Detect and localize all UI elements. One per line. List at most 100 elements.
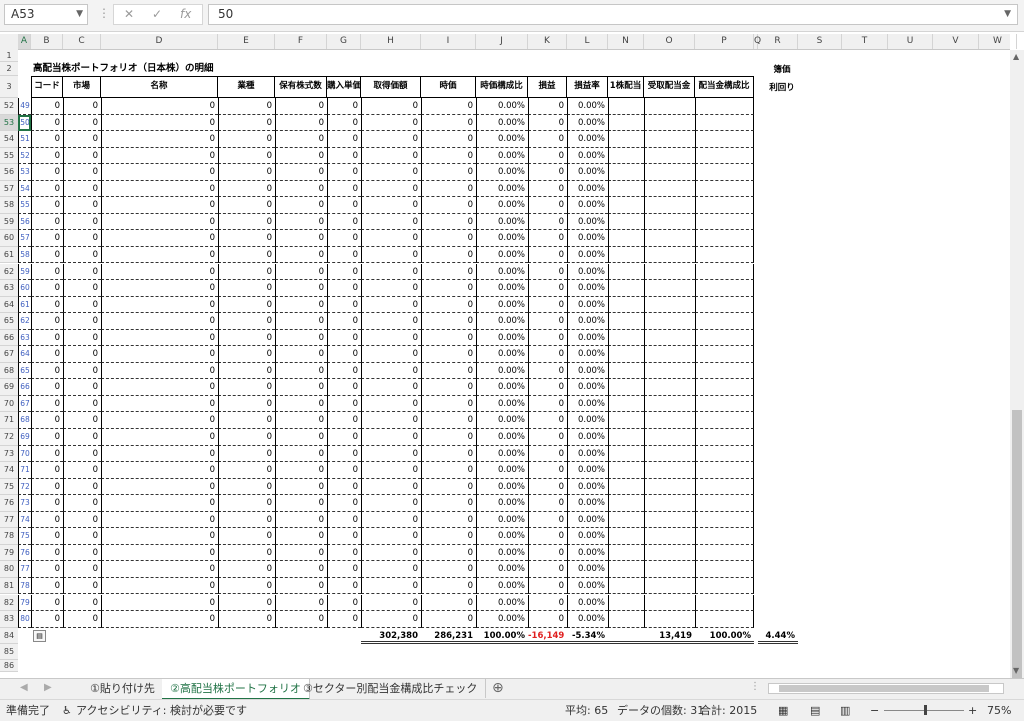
table-cell[interactable]: 0 <box>327 164 361 181</box>
table-cell[interactable]: 0 <box>421 329 476 347</box>
formula-input[interactable]: 50 ▼ <box>208 4 1018 25</box>
table-cell[interactable]: 0.00% <box>567 213 608 231</box>
table-cell[interactable]: 0 <box>421 478 476 496</box>
table-cell[interactable]: 0 <box>275 577 327 595</box>
paste-options-icon[interactable]: ▤ <box>33 629 46 642</box>
table-cell[interactable]: 0 <box>327 495 361 512</box>
table-cell[interactable] <box>695 577 754 595</box>
table-cell[interactable] <box>644 114 695 132</box>
table-cell[interactable]: 0 <box>421 462 476 479</box>
table-cell[interactable]: 0 <box>421 114 476 132</box>
table-cell[interactable]: 0 <box>528 445 567 463</box>
table-cell[interactable] <box>644 313 695 330</box>
table-cell[interactable] <box>644 561 695 578</box>
table-cell[interactable]: 0 <box>421 296 476 314</box>
table-cell[interactable]: 0 <box>218 379 275 396</box>
table-cell[interactable]: 0 <box>101 544 218 562</box>
table-cell[interactable] <box>695 197 754 214</box>
table-cell[interactable] <box>608 164 644 181</box>
table-cell[interactable]: 0.00% <box>476 561 528 578</box>
row-header[interactable]: 63 <box>0 280 18 297</box>
table-cell[interactable] <box>608 329 644 347</box>
table-cell[interactable]: 0 <box>528 511 567 529</box>
table-cell[interactable]: 0.00% <box>567 329 608 347</box>
table-cell[interactable]: 0 <box>218 412 275 429</box>
row-index[interactable]: 76 <box>18 544 31 562</box>
table-cell[interactable]: 0 <box>421 412 476 429</box>
table-cell[interactable]: 0 <box>31 263 63 281</box>
table-cell[interactable] <box>644 230 695 247</box>
row-header[interactable]: 54 <box>0 131 18 148</box>
table-cell[interactable]: 0 <box>275 462 327 479</box>
table-cell[interactable]: 0.00% <box>567 478 608 496</box>
table-cell[interactable]: 0 <box>31 577 63 595</box>
row-header[interactable]: 3 <box>0 76 18 98</box>
table-cell[interactable]: 0 <box>275 296 327 314</box>
table-cell[interactable] <box>608 594 644 612</box>
table-cell[interactable]: 0 <box>421 577 476 595</box>
column-header[interactable]: J <box>476 34 528 49</box>
table-cell[interactable]: 0 <box>361 313 421 330</box>
table-cell[interactable]: 0.00% <box>476 495 528 512</box>
table-cell[interactable]: 0 <box>218 197 275 214</box>
table-cell[interactable] <box>644 246 695 264</box>
table-cell[interactable]: 0 <box>218 213 275 231</box>
row-index[interactable]: 59 <box>18 263 31 281</box>
table-cell[interactable]: 0 <box>101 131 218 148</box>
row-header[interactable]: 77 <box>0 511 18 529</box>
table-cell[interactable]: 0 <box>275 429 327 446</box>
table-cell[interactable] <box>608 577 644 595</box>
table-cell[interactable]: 0 <box>528 561 567 578</box>
row-index[interactable]: 71 <box>18 462 31 479</box>
table-cell[interactable]: 0 <box>528 395 567 413</box>
row-header[interactable]: 69 <box>0 379 18 396</box>
table-cell[interactable] <box>608 280 644 297</box>
table-cell[interactable]: 0 <box>218 164 275 181</box>
table-cell[interactable] <box>608 147 644 165</box>
table-cell[interactable]: 0 <box>218 594 275 612</box>
table-cell[interactable]: 0 <box>275 362 327 380</box>
table-cell[interactable]: 0.00% <box>567 280 608 297</box>
table-cell[interactable]: 0.00% <box>476 296 528 314</box>
table-cell[interactable] <box>695 329 754 347</box>
table-cell[interactable]: 0 <box>218 611 275 628</box>
table-cell[interactable]: 0 <box>31 296 63 314</box>
table-cell[interactable] <box>695 462 754 479</box>
table-cell[interactable]: 0 <box>361 544 421 562</box>
table-cell[interactable] <box>644 98 695 115</box>
table-cell[interactable] <box>644 147 695 165</box>
table-cell[interactable]: 0 <box>275 263 327 281</box>
table-cell[interactable]: 0 <box>218 429 275 446</box>
name-box[interactable]: A53 ▼ <box>4 4 88 25</box>
table-cell[interactable]: 0 <box>31 280 63 297</box>
zoom-out-icon[interactable]: − <box>870 700 879 721</box>
table-cell[interactable]: 0 <box>63 213 101 231</box>
table-cell[interactable]: 0 <box>218 511 275 529</box>
table-cell[interactable] <box>695 379 754 396</box>
table-cell[interactable]: 0 <box>275 98 327 115</box>
table-cell[interactable]: 0.00% <box>476 147 528 165</box>
table-cell[interactable]: 0 <box>31 462 63 479</box>
table-cell[interactable]: 0 <box>101 164 218 181</box>
table-cell[interactable]: 0 <box>101 197 218 214</box>
table-cell[interactable]: 0.00% <box>476 611 528 628</box>
table-cell[interactable]: 0 <box>528 114 567 132</box>
table-cell[interactable]: 0.00% <box>476 395 528 413</box>
accessibility-status[interactable]: アクセシビリティ: 検討が必要です <box>76 700 247 721</box>
table-cell[interactable]: 0 <box>218 561 275 578</box>
table-cell[interactable] <box>608 230 644 247</box>
table-cell[interactable]: 0 <box>275 412 327 429</box>
table-cell[interactable]: 0 <box>528 296 567 314</box>
table-cell[interactable]: 0 <box>218 577 275 595</box>
table-cell[interactable]: 0 <box>421 213 476 231</box>
column-header[interactable]: E <box>218 34 275 49</box>
table-cell[interactable]: 0 <box>327 528 361 545</box>
table-cell[interactable]: 0 <box>101 594 218 612</box>
table-cell[interactable]: 0 <box>31 213 63 231</box>
table-cell[interactable]: 0 <box>63 462 101 479</box>
table-cell[interactable]: 0 <box>361 395 421 413</box>
row-index[interactable]: 63 <box>18 329 31 347</box>
table-cell[interactable]: 0.00% <box>567 577 608 595</box>
table-cell[interactable] <box>608 263 644 281</box>
table-cell[interactable] <box>608 478 644 496</box>
